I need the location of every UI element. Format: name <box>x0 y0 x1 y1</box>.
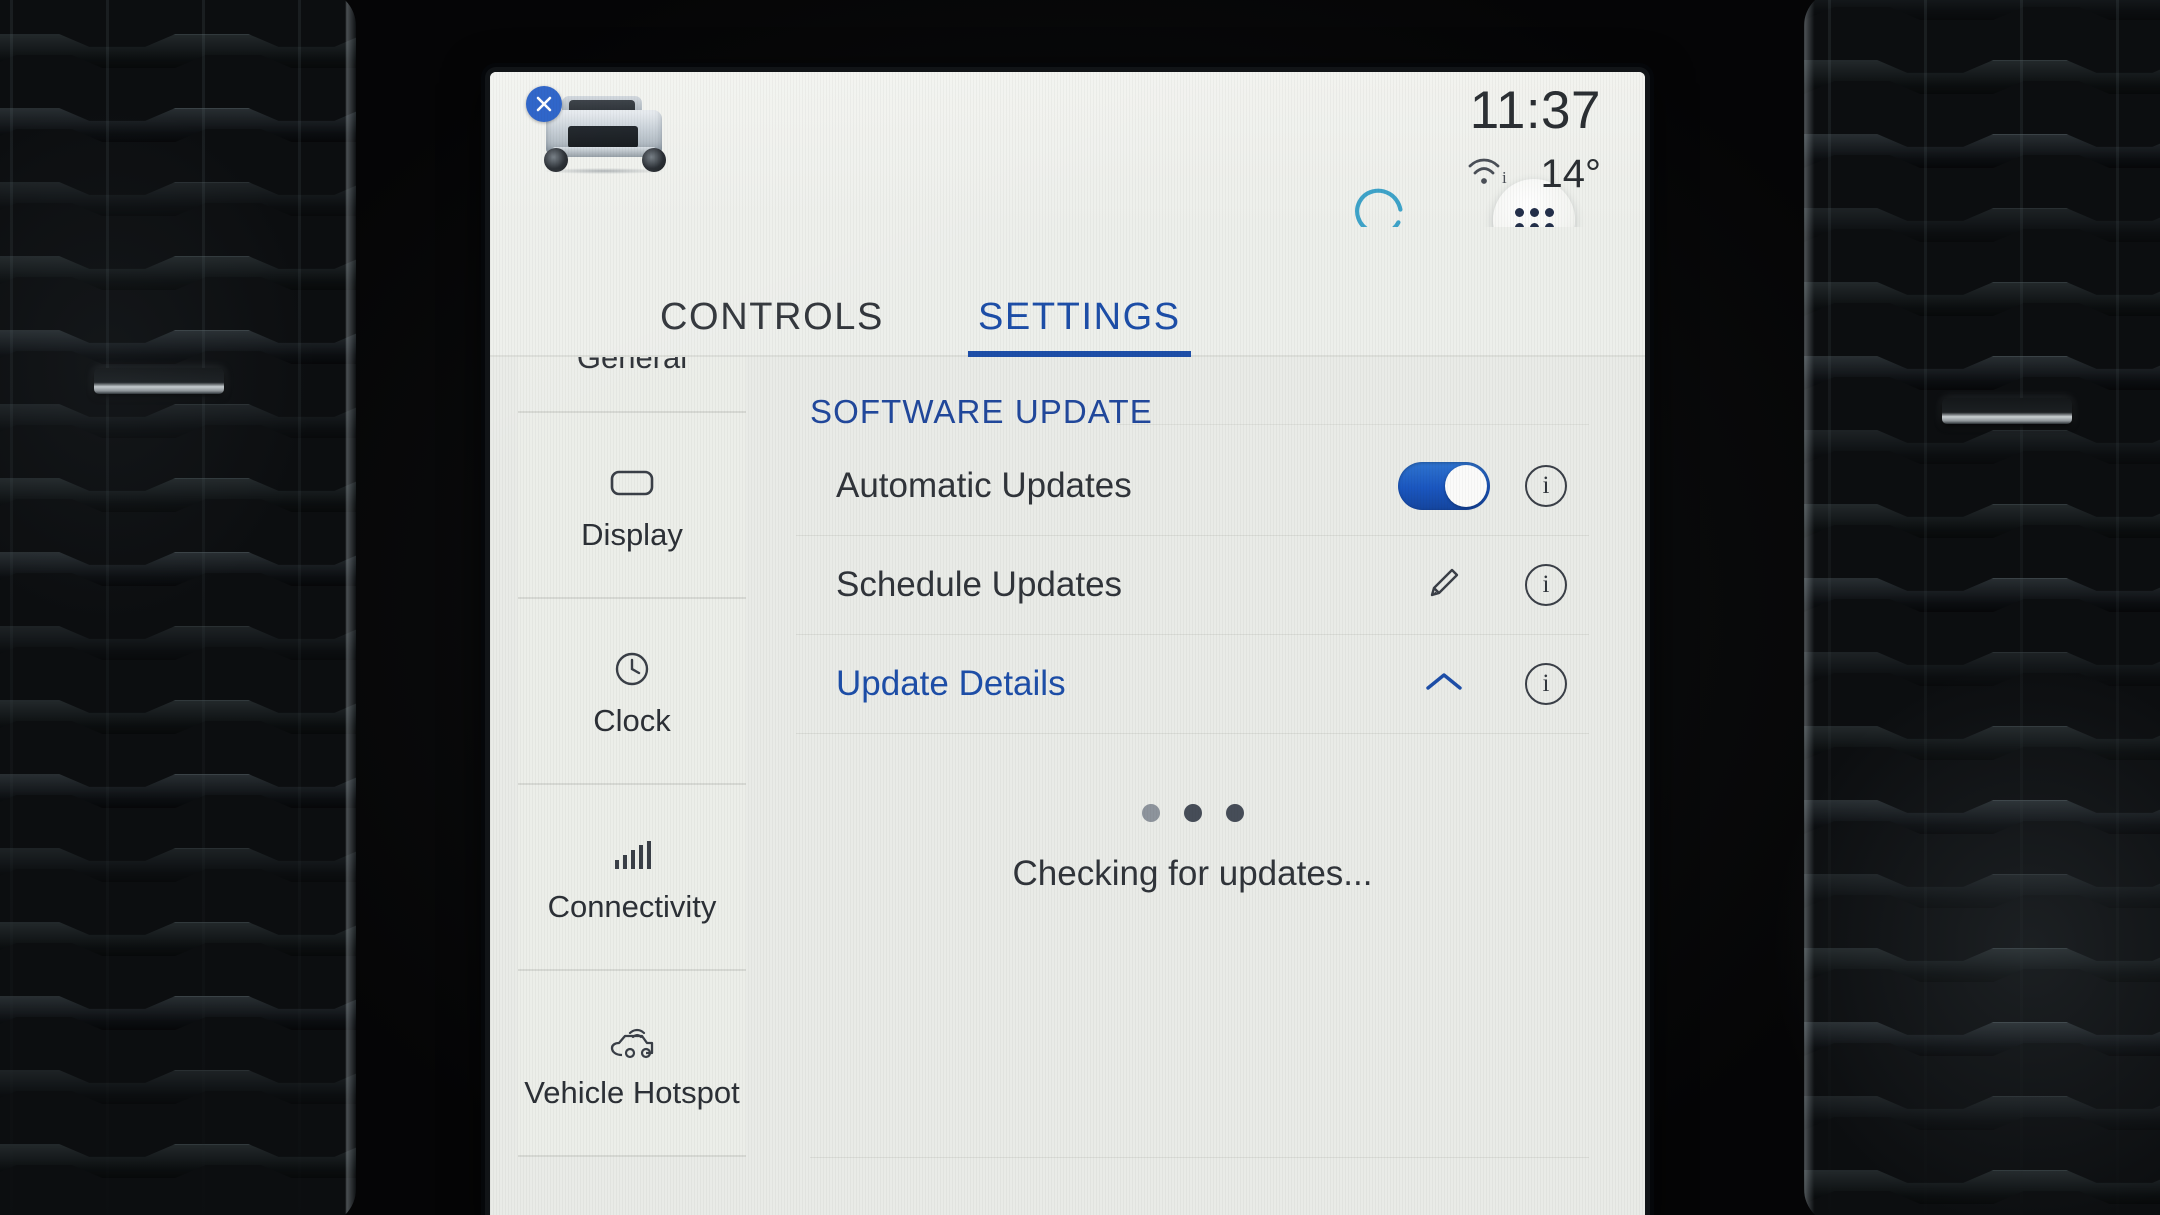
software-update-panel: SOFTWARE UPDATE Automatic Updates i Sche… <box>758 357 1645 1215</box>
loading-dot-2 <box>1183 804 1202 822</box>
left-air-vent <box>0 0 356 1215</box>
section-divider <box>810 1157 1589 1158</box>
chevron-up-icon[interactable] <box>1421 667 1467 702</box>
loading-dot-3 <box>1225 804 1244 822</box>
status-bar: 11:37 i 14° <box>490 72 1645 261</box>
sidebar-item-general[interactable]: General <box>518 357 746 413</box>
toggle-knob <box>1445 465 1487 507</box>
right-vent-slider[interactable] <box>1942 398 2072 424</box>
close-x-glyph <box>536 96 552 112</box>
row-automatic-updates[interactable]: Automatic Updates i <box>796 437 1589 536</box>
chevron-up-glyph <box>1426 672 1462 690</box>
sidebar-item-label: Display <box>581 516 683 552</box>
temperature-display: 14° <box>1540 151 1602 196</box>
info-icon[interactable]: i <box>1525 564 1567 606</box>
svg-text:i: i <box>1502 168 1507 187</box>
sidebar-item-clock[interactable]: Clock <box>518 599 746 785</box>
clock-icon <box>611 644 653 694</box>
settings-content: General Display Clock Connectivity Vehic… <box>490 357 1645 1215</box>
row-update-details[interactable]: Update Details i <box>796 635 1589 734</box>
loading-dots <box>796 804 1589 822</box>
vehicle-image[interactable] <box>526 86 676 182</box>
display-icon <box>607 458 657 508</box>
sidebar-item-vehicle-hotspot[interactable]: Vehicle Hotspot <box>518 971 746 1157</box>
row-label: Schedule Updates <box>836 565 1123 604</box>
clock-display: 11:37 <box>1469 81 1601 140</box>
tab-bar: CONTROLS SETTINGS <box>490 227 1645 357</box>
vehicle-hotspot-glyph <box>610 1028 654 1058</box>
pencil-glyph <box>1430 568 1459 596</box>
infotainment-screen: 11:37 i 14° CONTROLS SETTINGS General Di… <box>490 72 1645 1215</box>
row-label: Automatic Updates <box>836 466 1132 505</box>
settings-sidebar: General Display Clock Connectivity Vehic… <box>490 357 758 1215</box>
update-check-status: Checking for updates... <box>796 734 1589 894</box>
wifi-glyph: i <box>1468 158 1507 187</box>
sidebar-item-label: General <box>576 357 688 375</box>
tab-controls[interactable]: CONTROLS <box>650 296 894 355</box>
sidebar-item-label: Vehicle Hotspot <box>524 1074 740 1110</box>
info-icon[interactable]: i <box>1525 663 1567 705</box>
loading-text: Checking for updates... <box>1012 854 1373 893</box>
display-glyph <box>610 470 654 495</box>
clock-glyph <box>615 652 649 685</box>
section-title: SOFTWARE UPDATE <box>796 357 1589 437</box>
pencil-icon[interactable] <box>1424 563 1464 608</box>
automatic-updates-toggle[interactable] <box>1398 462 1490 510</box>
sidebar-item-connectivity[interactable]: Connectivity <box>518 785 746 971</box>
right-air-vent <box>1804 0 2160 1215</box>
vehicle-hotspot-icon <box>602 1016 662 1066</box>
row-schedule-updates[interactable]: Schedule Updates i <box>796 536 1589 635</box>
signal-bars-glyph <box>615 840 651 869</box>
status-right-cluster: 11:37 i 14° <box>1465 81 1602 196</box>
loading-dot-1 <box>1141 804 1160 822</box>
sidebar-item-label: Connectivity <box>547 888 717 924</box>
left-vent-slider[interactable] <box>94 368 224 394</box>
info-icon[interactable]: i <box>1525 465 1567 507</box>
sidebar-item-display[interactable]: Display <box>518 413 746 599</box>
sidebar-item-label: Clock <box>593 702 671 738</box>
tab-settings[interactable]: SETTINGS <box>967 296 1191 357</box>
signal-bars-icon <box>609 830 655 880</box>
row-label: Update Details <box>836 664 1066 703</box>
wifi-info-icon[interactable]: i <box>1465 151 1515 196</box>
close-icon[interactable] <box>526 86 562 122</box>
infotainment-photo: 11:37 i 14° CONTROLS SETTINGS General Di… <box>0 0 2160 1215</box>
